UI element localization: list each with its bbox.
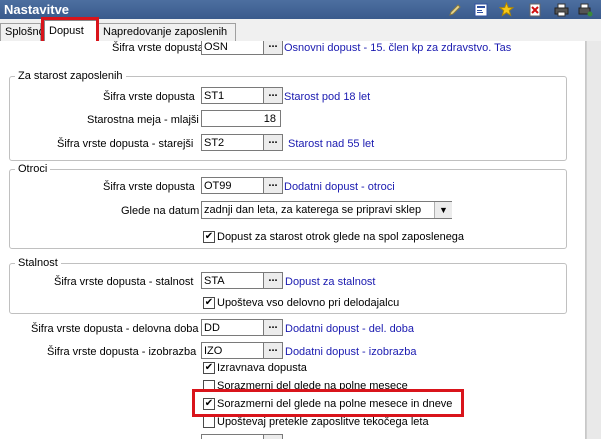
age-code-lookup-button[interactable]: ... <box>263 87 283 104</box>
printer-settings-icon[interactable] <box>578 2 593 17</box>
edu-code-label: Šifra vrste dopusta - izobrazba <box>47 346 197 358</box>
age-code-field[interactable]: ST1 <box>201 87 264 104</box>
children-group-title: Otroci <box>15 163 51 176</box>
edu-code-desc: Dodatni dopust - izobrazba <box>285 346 417 358</box>
previous-employment-label: Upoštevaj pretekle zaposlitve tekočega l… <box>217 416 429 428</box>
bottom-code-field[interactable] <box>201 434 264 439</box>
children-date-value: zadnji dan leta, za katerega se pripravi… <box>204 204 422 216</box>
tenure-code-lookup-button[interactable]: ... <box>263 272 283 289</box>
children-code-desc: Dodatni dopust - otroci <box>284 181 395 193</box>
children-code-label: Šifra vrste dopusta <box>103 181 195 193</box>
tenure-code-label: Šifra vrste dopusta - stalnost <box>54 276 194 288</box>
age-older-field[interactable]: ST2 <box>201 134 264 151</box>
work-code-label: Šifra vrste dopusta - delovna doba <box>31 323 199 335</box>
age-older-desc: Starost nad 55 let <box>288 138 375 150</box>
age-older-label: Šifra vrste dopusta - starejši <box>57 138 194 150</box>
tenure-code-desc: Dopust za stalnost <box>285 276 376 288</box>
children-date-label: Glede na datum <box>121 205 200 217</box>
children-code-field[interactable]: OT99 <box>201 177 264 194</box>
delete-icon[interactable] <box>527 2 542 17</box>
balance-leave-label: Izravnava dopusta <box>217 362 307 374</box>
chevron-down-icon[interactable]: ▼ <box>434 202 452 218</box>
age-code-desc: Starost pod 18 let <box>284 91 371 103</box>
children-gender-checkbox[interactable]: ✔ <box>203 231 215 243</box>
edu-code-field[interactable]: IZO <box>201 342 264 359</box>
previous-employment-checkbox[interactable] <box>203 416 215 428</box>
children-date-select[interactable]: zadnji dan leta, za katerega se pripravi… <box>201 201 452 219</box>
star-icon[interactable] <box>499 2 514 17</box>
print-icon[interactable] <box>554 2 569 17</box>
work-code-desc: Dodatni dopust - del. doba <box>285 323 415 335</box>
window-title: Nastavitve <box>4 2 70 17</box>
bottom-code-lookup-button[interactable]: ... <box>263 434 283 439</box>
form-icon[interactable] <box>473 2 488 17</box>
top-code-label: Šifra vrste dopusta <box>112 42 204 54</box>
tenure-group-title: Stalnost <box>15 257 61 270</box>
tab-promotion[interactable]: Napredovanje zaposlenih <box>98 23 236 41</box>
work-code-lookup-button[interactable]: ... <box>263 319 283 336</box>
top-code-lookup-button[interactable]: ... <box>263 41 283 55</box>
age-group-title: Za starost zaposlenih <box>15 70 126 83</box>
tab-promotion-label: Napredovanje zaposlenih <box>103 26 228 38</box>
top-code-field[interactable]: OSN <box>201 41 264 55</box>
top-code-desc: Osnovni dopust - 15. člen kp za zdravstv… <box>284 42 512 54</box>
edu-code-lookup-button[interactable]: ... <box>263 342 283 359</box>
settings-panel: Šifra vrste dopusta OSN ... Osnovni dopu… <box>0 41 586 439</box>
age-limit-label: Starostna meja - mlajši <box>87 114 199 126</box>
tab-general-label: Splošno <box>5 26 45 38</box>
age-limit-field[interactable]: 18 <box>201 110 281 127</box>
tab-general[interactable]: Splošno <box>0 23 45 41</box>
age-older-lookup-button[interactable]: ... <box>263 134 283 151</box>
edit-icon[interactable] <box>447 2 462 17</box>
tenure-all-work-label: Upošteva vso delovno pri delodajalcu <box>217 297 400 309</box>
vertical-scrollbar[interactable] <box>586 41 601 439</box>
balance-leave-checkbox[interactable]: ✔ <box>203 362 215 374</box>
children-gender-label: Dopust za starost otrok glede na spol za… <box>217 231 465 243</box>
work-code-field[interactable]: DD <box>201 319 264 336</box>
children-code-lookup-button[interactable]: ... <box>263 177 283 194</box>
tenure-code-field[interactable]: STA <box>201 272 264 289</box>
tenure-all-work-checkbox[interactable]: ✔ <box>203 297 215 309</box>
checkbox-highlight-box <box>192 389 464 417</box>
age-code-label: Šifra vrste dopusta <box>103 91 195 103</box>
